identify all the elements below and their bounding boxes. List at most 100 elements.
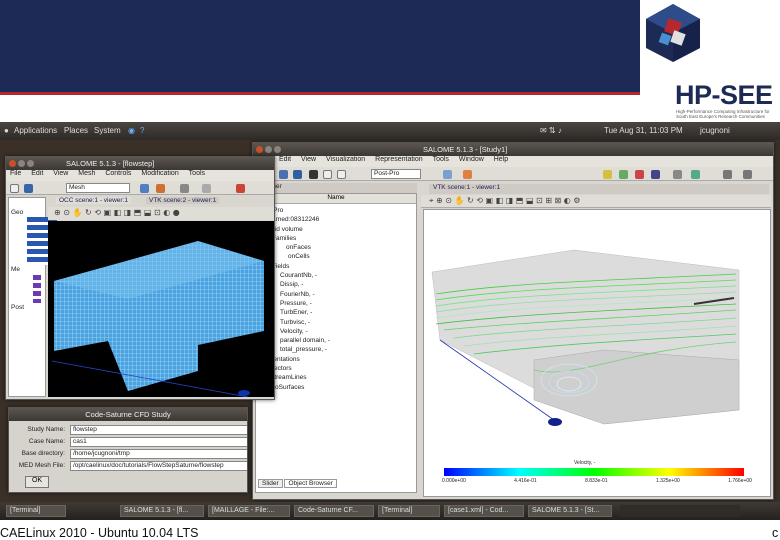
menu-places[interactable]: Places bbox=[64, 126, 88, 135]
menu-modification[interactable]: Modification bbox=[141, 170, 178, 177]
group-icon[interactable] bbox=[202, 184, 211, 193]
network-icon[interactable]: ✉ ⇅ ♪ bbox=[540, 126, 562, 135]
module-combo[interactable]: Mesh bbox=[66, 183, 130, 193]
stream-icon[interactable] bbox=[651, 170, 660, 179]
firefox-icon[interactable]: ◉ bbox=[128, 126, 135, 135]
record-icon[interactable] bbox=[236, 184, 245, 193]
vtk-viewer-3d[interactable]: Velocity, - 0.000e+00 4.416e-01 8.833e-0… bbox=[423, 209, 771, 497]
plot-icon[interactable] bbox=[691, 170, 700, 179]
taskbar-item[interactable]: [Terminal] bbox=[378, 505, 440, 517]
tab-object-browser[interactable]: Object Browser bbox=[284, 479, 337, 488]
copy-icon[interactable] bbox=[323, 170, 332, 179]
menu-file[interactable]: File bbox=[10, 170, 21, 177]
hp-see-logo-icon bbox=[646, 4, 700, 62]
browser-bottom-tabs: Slider Object Browser bbox=[258, 479, 337, 488]
menu-tools[interactable]: Tools bbox=[433, 156, 449, 163]
module-icon[interactable] bbox=[140, 184, 149, 193]
post-icon[interactable] bbox=[463, 170, 472, 179]
mesh-icon[interactable] bbox=[156, 184, 165, 193]
workspace-switcher[interactable] bbox=[620, 505, 740, 517]
view-icon[interactable] bbox=[723, 170, 732, 179]
taskbar-item[interactable]: SALOME 5.1.3 - [fl... bbox=[120, 505, 204, 517]
save-icon[interactable] bbox=[279, 170, 288, 179]
taskbar-item[interactable]: [MAILLAGE - File:... bbox=[208, 505, 290, 517]
menu-view[interactable]: View bbox=[53, 170, 68, 177]
menu-window[interactable]: Window bbox=[459, 156, 484, 163]
med-file-input[interactable]: /opt/caelinux/doc/tutorials/FlowStepSatu… bbox=[70, 461, 247, 471]
salome-mesh-window[interactable]: SALOME 5.1.3 - [flowstep] File Edit View… bbox=[5, 156, 275, 400]
vector-icon[interactable] bbox=[635, 170, 644, 179]
module-combo[interactable]: Post-Pro bbox=[371, 169, 421, 179]
base-dir-input[interactable]: /home/jcugnoni/tmp bbox=[70, 449, 247, 459]
salome-study-window[interactable]: SALOME 5.1.3 - [Study1] Edit View Visual… bbox=[252, 142, 774, 500]
window-controls[interactable] bbox=[9, 160, 36, 169]
menu-tools[interactable]: Tools bbox=[189, 170, 205, 177]
caption-fragment: c bbox=[772, 526, 779, 540]
colorbar-tick: 1.325e+00 bbox=[656, 478, 680, 484]
field-icon[interactable] bbox=[619, 170, 628, 179]
menu-representation[interactable]: Representation bbox=[375, 156, 422, 163]
clock[interactable]: Tue Aug 31, 11:03 PM bbox=[604, 126, 683, 135]
ok-button[interactable]: OK bbox=[25, 476, 49, 488]
menu-help[interactable]: Help bbox=[494, 156, 508, 163]
ubuntu-logo-icon[interactable]: ● bbox=[4, 126, 9, 135]
user-name[interactable]: jcugnoni bbox=[700, 126, 730, 135]
object-browser[interactable]: Name Post-Pro cfxr.med:08312246 fluid vo… bbox=[255, 193, 417, 493]
cfd-title: Code-Saturne CFD Study bbox=[85, 410, 171, 419]
colorbar-title: Velocity, - bbox=[574, 460, 596, 466]
viewer-tool-icons[interactable]: ⊕ ⊙ ✋ ↻ ⟲ ▣ ◧ ◨ ⬒ ⬓ ⊡ ◐ ● bbox=[54, 208, 180, 217]
study-name-label: Study Name: bbox=[27, 426, 65, 433]
mesh-title: SALOME 5.1.3 - [flowstep] bbox=[66, 159, 155, 168]
grid-icon[interactable] bbox=[743, 170, 752, 179]
colorbar-tick: 0.000e+00 bbox=[442, 478, 466, 484]
module-icon[interactable] bbox=[443, 170, 452, 179]
taskbar-item[interactable]: [case1.xml] - Cod... bbox=[444, 505, 524, 517]
study-titlebar[interactable]: SALOME 5.1.3 - [Study1] bbox=[253, 143, 773, 156]
taskbar-item[interactable]: [Terminal] bbox=[6, 505, 66, 517]
tab-vtk-scene[interactable]: VTK scene:2 - viewer:1 bbox=[146, 197, 220, 204]
taskbar-item[interactable]: Code-Saturne CF... bbox=[294, 505, 374, 517]
help-icon[interactable]: ? bbox=[140, 126, 144, 135]
study-name-input[interactable]: flowstep bbox=[70, 425, 247, 435]
menu-view[interactable]: View bbox=[301, 156, 316, 163]
menu-edit[interactable]: Edit bbox=[279, 156, 291, 163]
desktop-screenshot: ● Applications Places System ◉ ? ✉ ⇅ ♪ T… bbox=[0, 122, 780, 520]
vtk-viewer-tab[interactable]: VTK scene:1 - viewer:1 bbox=[429, 184, 769, 194]
case-name-input[interactable]: cas1 bbox=[70, 437, 247, 447]
study-menubar: Edit View Visualization Representation T… bbox=[253, 156, 773, 167]
cfd-study-dialog[interactable]: Code-Saturne CFD Study Study Name: flows… bbox=[8, 407, 248, 493]
colorbar-tick: 8.833e-01 bbox=[585, 478, 608, 484]
menu-edit[interactable]: Edit bbox=[31, 170, 43, 177]
med-file-label: MED Mesh File: bbox=[18, 462, 65, 469]
name-column-header[interactable]: Name bbox=[256, 194, 416, 204]
paste-icon[interactable] bbox=[337, 170, 346, 179]
disk-icon[interactable] bbox=[293, 170, 302, 179]
table-icon[interactable] bbox=[673, 170, 682, 179]
cfd-titlebar[interactable]: Code-Saturne CFD Study bbox=[9, 408, 247, 421]
window-controls[interactable] bbox=[256, 146, 283, 155]
save-icon[interactable] bbox=[24, 184, 33, 193]
taskbar-item[interactable]: SALOME 5.1.3 - [St... bbox=[528, 505, 612, 517]
menu-system[interactable]: System bbox=[94, 126, 121, 135]
menu-controls[interactable]: Controls bbox=[105, 170, 131, 177]
new-icon[interactable] bbox=[10, 184, 19, 193]
viewer-toolbar: ⊕ ⊙ ✋ ↻ ⟲ ▣ ◧ ◨ ⬒ ⬓ ⊡ ◐ ● bbox=[48, 207, 274, 220]
slide: HP-SEE High-Performance Computing Infras… bbox=[0, 0, 780, 540]
mesh-object-tree[interactable]: Geo Me Post bbox=[8, 197, 57, 397]
menu-applications[interactable]: Applications bbox=[14, 126, 57, 135]
filter-icon[interactable] bbox=[180, 184, 189, 193]
gnome-bottom-panel: [Terminal] SALOME 5.1.3 - [fl... [MAILLA… bbox=[0, 502, 780, 520]
mesh-viewer-3d[interactable] bbox=[48, 221, 274, 398]
viewer-tool-icons[interactable]: ⌖ ⊕ ⊙ ✋ ↻ ⟲ ▣ ◧ ◨ ⬒ ⬓ ⊡ ⊞ ⊠ ◐ ⚙ bbox=[429, 196, 580, 206]
cut-icon[interactable] bbox=[309, 170, 318, 179]
colorbar-ticks: 0.000e+00 4.416e-01 8.833e-01 1.325e+00 … bbox=[442, 478, 752, 484]
scalar-icon[interactable] bbox=[603, 170, 612, 179]
tab-slider[interactable]: Slider bbox=[258, 479, 283, 488]
menu-visualization[interactable]: Visualization bbox=[326, 156, 365, 163]
mesh-render bbox=[51, 241, 264, 398]
colorbar-tick: 1.766e+00 bbox=[728, 478, 752, 484]
mesh-titlebar[interactable]: SALOME 5.1.3 - [flowstep] bbox=[6, 157, 274, 170]
menu-mesh[interactable]: Mesh bbox=[78, 170, 95, 177]
tab-occ-scene[interactable]: OCC scene:1 - viewer:1 bbox=[56, 197, 131, 204]
mesh-toolbar: Mesh bbox=[6, 181, 274, 195]
